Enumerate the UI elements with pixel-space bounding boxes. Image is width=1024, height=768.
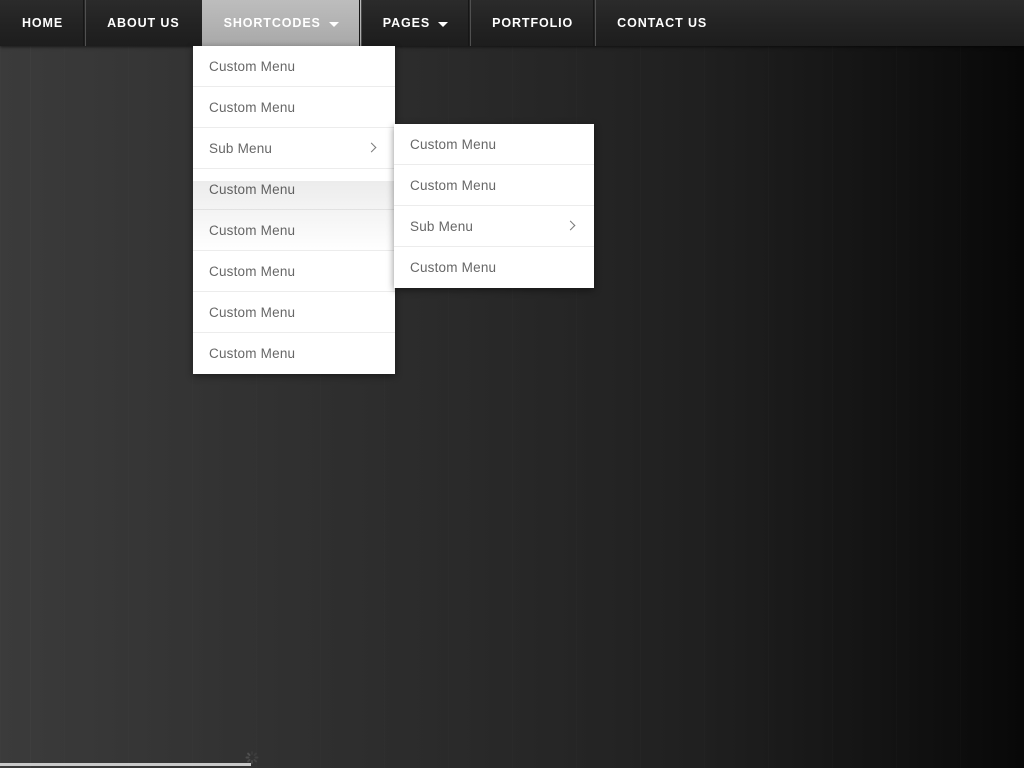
chevron-down-icon bbox=[438, 21, 449, 27]
menu-item[interactable]: Custom Menu bbox=[193, 292, 395, 333]
menu-item-label: Sub Menu bbox=[209, 140, 273, 156]
menu-item[interactable]: Custom Menu bbox=[394, 247, 594, 288]
page-loading-progress-bar bbox=[0, 763, 251, 766]
menu-item-label: Custom Menu bbox=[209, 99, 296, 115]
spinner-icon bbox=[245, 751, 258, 764]
menu-item-label: Custom Menu bbox=[410, 177, 497, 193]
menu-item[interactable]: Custom Menu bbox=[193, 333, 395, 374]
nav-item-portfolio[interactable]: PORTFOLIO bbox=[468, 0, 595, 46]
nav-item-label: HOME bbox=[22, 16, 64, 30]
nav-item-pages[interactable]: PAGES bbox=[358, 0, 470, 46]
menu-item-label: Custom Menu bbox=[209, 304, 296, 320]
chevron-right-icon bbox=[367, 143, 377, 153]
chevron-down-icon bbox=[328, 21, 339, 27]
menu-item-label: Sub Menu bbox=[410, 218, 474, 234]
menu-item[interactable]: Sub Menu bbox=[193, 128, 395, 169]
menu-item-label: Custom Menu bbox=[209, 58, 296, 74]
menu-item[interactable]: Custom Menu bbox=[193, 210, 395, 251]
menu-item[interactable]: Custom Menu bbox=[193, 46, 395, 87]
nav-item-home[interactable]: HOME bbox=[0, 0, 85, 46]
menu-item[interactable]: Custom Menu bbox=[193, 169, 395, 210]
nav-item-contact-us[interactable]: CONTACT US bbox=[593, 0, 729, 46]
menu-item-label: Custom Menu bbox=[410, 260, 497, 275]
nav-item-label: PAGES bbox=[382, 16, 431, 30]
main-navigation-bar: HOME ABOUT US SHORTCODES PAGES PORTFOLIO CONT… bbox=[0, 0, 1024, 46]
page-background bbox=[0, 0, 1024, 768]
nav-item-label: CONTACT US bbox=[617, 16, 708, 30]
nav-item-label: SHORTCODES bbox=[223, 16, 321, 30]
menu-item-label: Custom Menu bbox=[209, 346, 296, 361]
menu-item[interactable]: Custom Menu bbox=[193, 87, 395, 128]
menu-item-label: Custom Menu bbox=[410, 136, 497, 152]
nav-item-label: PORTFOLIO bbox=[492, 16, 574, 30]
dropdown-menu-shortcodes: Custom Menu Custom Menu Sub Menu Custom Men… bbox=[193, 46, 395, 374]
nav-item-about-us[interactable]: ABOUT US bbox=[83, 0, 201, 46]
menu-item[interactable]: Custom Menu bbox=[193, 251, 395, 292]
dropdown-submenu-sub-menu: Custom Menu Custom Menu Sub Menu Custom Men… bbox=[394, 124, 594, 288]
nav-item-label: ABOUT US bbox=[107, 16, 180, 30]
menu-item-label: Custom Menu bbox=[209, 181, 296, 197]
menu-item-label: Custom Menu bbox=[209, 263, 296, 279]
menu-item-label: Custom Menu bbox=[209, 222, 296, 238]
menu-item[interactable]: Sub Menu bbox=[394, 206, 594, 247]
menu-item[interactable]: Custom Menu bbox=[394, 165, 594, 206]
nav-item-shortcodes[interactable]: SHORTCODES bbox=[201, 0, 361, 46]
menu-item[interactable]: Custom Menu bbox=[394, 124, 594, 165]
chevron-right-icon bbox=[566, 221, 576, 231]
